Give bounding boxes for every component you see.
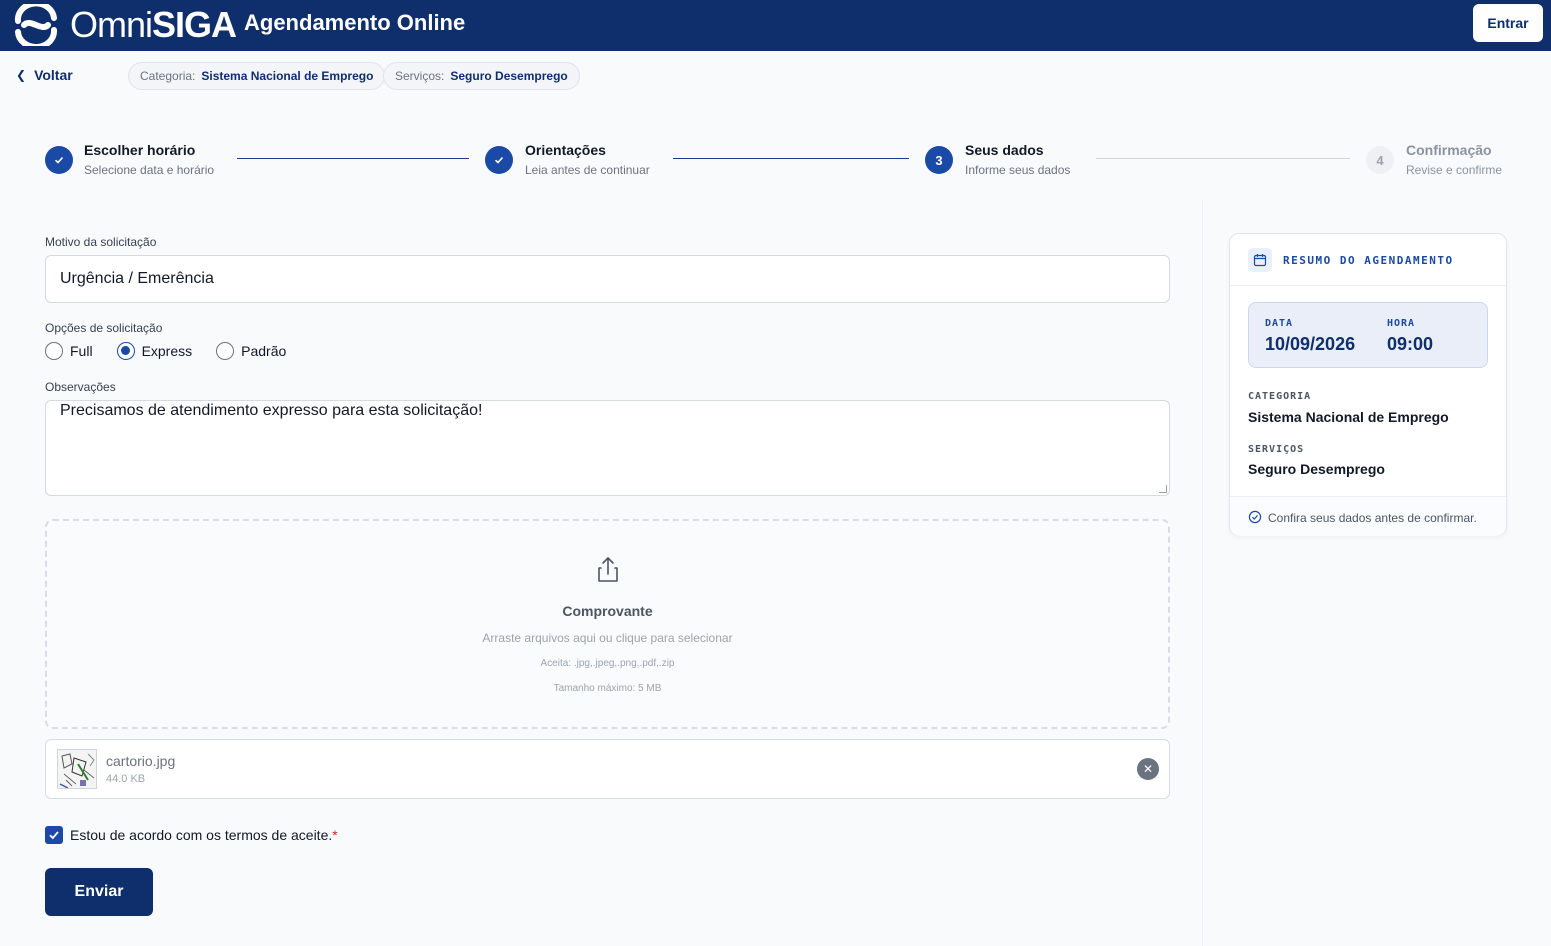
file-name: cartorio.jpg [106, 753, 176, 769]
notes-value: Precisamos de atendimento expresso para … [60, 402, 483, 419]
step-2-check-icon [485, 146, 513, 174]
step-4-number: 4 [1366, 146, 1394, 174]
check-circle-icon [1248, 510, 1262, 524]
summary-card-header: RESUMO DO AGENDAMENTO [1230, 234, 1506, 286]
top-bar: OmniSIGA Agendamento Online Entrar [0, 0, 1551, 51]
category-chip-value: Sistema Nacional de Emprego [201, 69, 374, 83]
summary-footer-note: Confira seus dados antes de confirmar. [1268, 511, 1477, 525]
step-connector [673, 158, 909, 159]
reason-value: Urgência / Emerência [60, 270, 214, 287]
close-icon: ✕ [1142, 762, 1154, 776]
step-3-subtitle: Informe seus dados [965, 163, 1071, 177]
options-radio-group: Full Express Padrão [45, 342, 310, 360]
reason-label: Motivo da solicitação [45, 235, 157, 249]
upload-title: Comprovante [562, 603, 653, 619]
upload-dropzone[interactable]: Comprovante Arraste arquivos aqui ou cli… [45, 519, 1170, 729]
option-full[interactable]: Full [45, 342, 93, 360]
datetime-box: DATA 10/09/2026 HORA 09:00 [1248, 302, 1488, 368]
options-label: Opções de solicitação [45, 321, 163, 335]
summary-card: RESUMO DO AGENDAMENTO DATA 10/09/2026 HO… [1229, 233, 1507, 536]
category-chip: Categoria: Sistema Nacional de Emprego [128, 62, 386, 90]
step-4-title: Confirmação [1406, 142, 1492, 158]
resize-handle-icon[interactable] [1159, 485, 1167, 493]
service-chip: Serviços: Seguro Desemprego [383, 62, 580, 90]
login-button[interactable]: Entrar [1473, 4, 1543, 42]
step-1-check-icon [45, 146, 73, 174]
option-padrao-label: Padrão [241, 343, 287, 359]
submit-button[interactable]: Enviar [45, 868, 153, 916]
omnisiga-logo-icon [14, 4, 58, 46]
reason-select[interactable]: Urgência / Emerência [45, 255, 1170, 303]
back-link[interactable]: ❮ Voltar [16, 67, 73, 83]
summary-category-label: CATEGORIA [1248, 391, 1312, 402]
option-padrao[interactable]: Padrão [216, 342, 286, 360]
file-size: 44.0 KB [106, 773, 146, 785]
summary-title: RESUMO DO AGENDAMENTO [1283, 254, 1454, 267]
step-3-number: 3 [925, 146, 953, 174]
notes-label: Observações [45, 380, 116, 394]
date-value: 10/09/2026 [1265, 334, 1356, 354]
check-icon [49, 831, 59, 840]
required-mark: * [332, 827, 338, 843]
column-divider [1202, 200, 1203, 946]
upload-max-size: Tamanho máximo: 5 MB [553, 683, 662, 694]
step-1-title: Escolher horário [84, 142, 196, 158]
service-chip-value: Seguro Desemprego [450, 69, 568, 83]
step-4-subtitle: Revise e confirme [1406, 163, 1503, 177]
summary-card-footer: Confira seus dados antes de confirmar. [1230, 496, 1506, 536]
upload-icon [598, 557, 618, 582]
omnisiga-logo[interactable]: OmniSIGA [12, 4, 237, 46]
remove-file-button[interactable]: ✕ [1137, 758, 1159, 780]
step-connector [237, 158, 469, 159]
logo-text: OmniSIGA [70, 4, 237, 45]
option-express-label: Express [141, 343, 193, 359]
step-1-subtitle: Selecione data e horário [84, 163, 215, 177]
radio-full[interactable] [45, 342, 63, 360]
back-label: Voltar [34, 67, 73, 83]
app-title: Agendamento Online [244, 10, 466, 35]
option-express[interactable]: Express [116, 342, 193, 360]
terms-checkbox[interactable] [45, 826, 63, 844]
time-value: 09:00 [1387, 334, 1434, 354]
summary-services-label: SERVIÇOS [1248, 444, 1305, 455]
notes-textarea[interactable]: Precisamos de atendimento expresso para … [45, 400, 1170, 496]
upload-hint: Arraste arquivos aqui ou clique para sel… [482, 631, 733, 645]
time-label: HORA [1387, 318, 1416, 329]
uploaded-file-row: cartorio.jpg 44.0 KB ✕ [45, 739, 1170, 799]
step-2-title: Orientações [525, 142, 606, 158]
category-chip-key: Categoria: [140, 69, 196, 83]
file-thumbnail [57, 749, 97, 789]
step-2-subtitle: Leia antes de continuar [525, 163, 650, 177]
terms-label: Estou de acordo com os termos de aceite. [70, 827, 333, 843]
step-connector [1096, 158, 1350, 159]
summary-category-value: Sistema Nacional de Emprego [1248, 409, 1449, 425]
terms-checkbox-row[interactable]: Estou de acordo com os termos de aceite.… [45, 826, 338, 844]
radio-express[interactable] [116, 342, 135, 360]
date-label: DATA [1265, 318, 1294, 329]
chevron-left-icon: ❮ [16, 68, 27, 82]
summary-services-value: Seguro Desemprego [1248, 461, 1385, 477]
step-3-title: Seus dados [965, 142, 1044, 158]
calendar-icon [1248, 248, 1272, 272]
upload-accept: Aceita: .jpg,.jpeg,.png,.pdf,.zip [540, 658, 675, 669]
radio-padrao[interactable] [216, 342, 235, 360]
service-chip-key: Serviços: [395, 69, 445, 83]
option-full-label: Full [70, 343, 93, 359]
